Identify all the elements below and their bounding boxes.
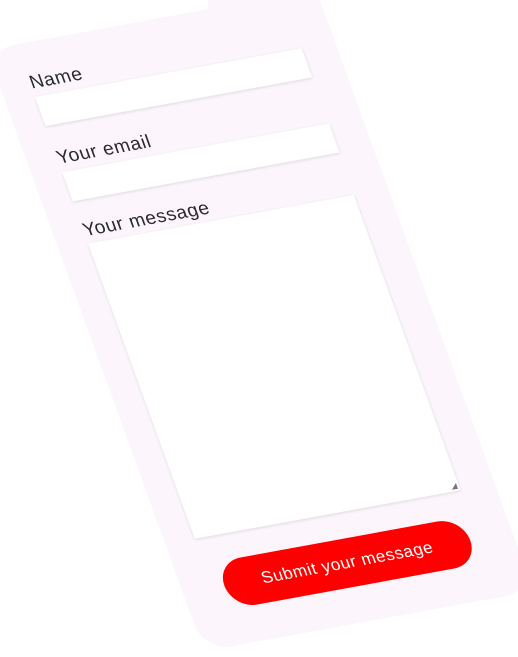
resize-grip-icon[interactable]: ◢ xyxy=(449,481,458,491)
contact-form: Name Your email Your message ◢ Submit yo… xyxy=(0,0,518,657)
panel-tab xyxy=(200,0,330,45)
